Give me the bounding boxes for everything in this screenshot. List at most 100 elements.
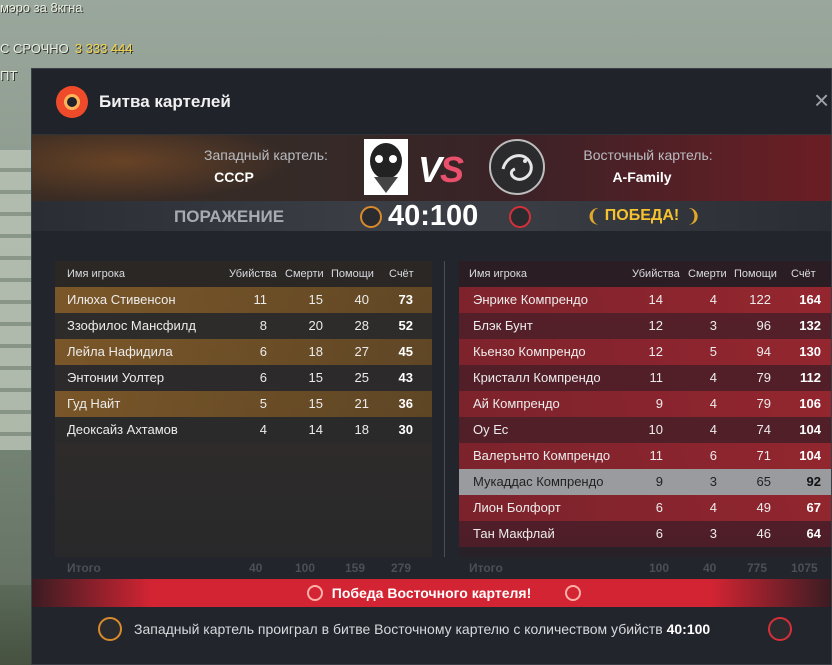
player-assists: 74 [756,422,771,437]
table-row[interactable]: Лион Болфорт 6 4 49 67 [459,495,831,521]
player-kills: 6 [655,500,663,515]
laurel-right-icon: ❩ [686,206,702,226]
chat-line-2-value: 3 333 444 [74,41,133,56]
player-kills: 9 [655,396,663,411]
table-row[interactable]: Блэк Бунт 12 3 96 132 [459,313,831,339]
table-header: Имя игрока Убийства Смерти Помощи Счёт [459,261,831,287]
player-score: 45 [398,344,413,359]
table-row[interactable]: Гуд Найт 5 15 21 36 [55,391,432,417]
player-name: Ай Компрендо [473,396,560,411]
player-deaths: 3 [709,318,717,333]
vs-v: V [418,149,442,190]
battle-score: 40:100 [388,200,479,232]
summary-score: 40:100 [666,621,711,637]
player-score: 43 [398,370,413,385]
totals-score: 279 [391,561,412,575]
player-deaths: 6 [709,448,717,463]
player-deaths: 18 [308,344,323,359]
vs-s: S [440,149,464,190]
table-row[interactable]: Валерънто Компрендо 11 6 71 104 [459,443,831,469]
player-name: Кьензо Компрендо [473,344,586,359]
player-deaths: 4 [709,292,717,307]
summary-text: Западный картель проиграл в битве Восточ… [134,621,710,637]
col-player: Имя игрока [469,268,528,280]
east-cartel-name: A-Family [612,169,672,185]
player-deaths: 15 [308,396,323,411]
player-assists: 40 [354,292,369,307]
player-deaths: 15 [308,370,323,385]
player-kills: 6 [259,370,267,385]
table-row[interactable]: Энтонии Уолтер 6 15 25 43 [55,365,432,391]
player-name: Ззофилос Мансфилд [67,318,196,333]
player-score: 64 [806,526,821,541]
player-name: Кристалл Компрендо [473,370,601,385]
player-name: Энтонии Уолтер [67,370,165,385]
table-row[interactable]: Оу Ес 10 4 74 104 [459,417,831,443]
player-deaths: 15 [308,292,323,307]
player-deaths: 4 [709,422,717,437]
totals-kills: 40 [249,561,263,575]
player-score: 73 [398,292,413,307]
player-assists: 46 [756,526,771,541]
player-kills: 5 [259,396,267,411]
col-player: Имя игрока [67,268,126,280]
table-row[interactable]: Илюха Стивенсон 11 15 40 73 [55,287,432,313]
player-score: 130 [799,344,821,359]
player-name: Оу Ес [473,422,509,437]
player-name: Энрике Компрендо [473,292,588,307]
table-row[interactable]: Кьензо Компрендо 12 5 94 130 [459,339,831,365]
table-row[interactable]: Ззофилос Мансфилд 8 20 28 52 [55,313,432,339]
col-deaths: Смерти [285,268,324,280]
window-title: Битва картелей [99,92,231,111]
player-assists: 79 [756,370,771,385]
player-kills: 9 [655,474,663,489]
close-icon[interactable]: × [814,87,832,113]
table-header: Имя игрока Убийства Смерти Помощи Счёт [55,261,432,287]
west-totals-row: Итого 40 100 159 279 [55,561,432,581]
player-assists: 79 [756,396,771,411]
player-score: 104 [799,422,821,437]
player-name: Лейла Нафидила [67,344,173,359]
table-row[interactable]: Деоксайз Ахтамов 4 14 18 30 [55,417,432,443]
player-assists: 27 [354,344,369,359]
player-assists: 96 [756,318,771,333]
battle-summary: Западный картель проиграл в битве Восточ… [32,615,831,645]
player-kills: 11 [649,370,664,385]
totals-score: 1075 [791,561,818,575]
player-assists: 71 [756,448,771,463]
table-row[interactable]: Ай Компрендо 9 4 79 106 [459,391,831,417]
west-players-table: Имя игрока Убийства Смерти Помощи Счёт И… [55,261,432,557]
table-row[interactable]: Тан Макфлай 6 3 46 64 [459,521,831,547]
player-assists: 25 [354,370,369,385]
player-name: Мукаддас Компрендо [473,474,604,489]
col-score: Счёт [389,268,414,280]
table-row[interactable]: Энрике Компрендо 14 4 122 164 [459,287,831,313]
totals-deaths: 100 [295,561,316,575]
cartel-battle-window: Битва картелей × Западный картель: СССР … [31,68,832,665]
player-kills: 4 [259,422,267,437]
table-row[interactable]: Лейла Нафидила 6 18 27 45 [55,339,432,365]
player-deaths: 20 [308,318,323,333]
player-name: Лион Болфорт [473,500,561,515]
player-score: 92 [806,474,821,489]
east-skull-icon [509,206,531,228]
player-assists: 65 [756,474,771,489]
player-kills: 10 [648,422,663,437]
chat-line-3: ПТ [0,68,18,83]
player-kills: 6 [259,344,267,359]
table-row[interactable]: Кристалл Компрендо 11 4 79 112 [459,365,831,391]
east-skull-icon [768,617,792,641]
col-assists: Помощи [734,268,777,280]
totals-deaths: 40 [703,561,717,575]
table-divider [444,261,445,557]
table-row[interactable]: Мукаддас Компрендо 9 3 65 92 [459,469,831,495]
chat-line-1: мэро за 8кгна [0,0,83,15]
player-assists: 122 [749,292,771,307]
player-assists: 18 [354,422,369,437]
west-phoenix-icon [360,206,382,228]
player-score: 67 [806,500,821,515]
player-kills: 11 [649,448,664,463]
player-name: Валерънто Компрендо [473,448,611,463]
player-kills: 14 [648,292,663,307]
totals-label: Итого [469,561,503,575]
